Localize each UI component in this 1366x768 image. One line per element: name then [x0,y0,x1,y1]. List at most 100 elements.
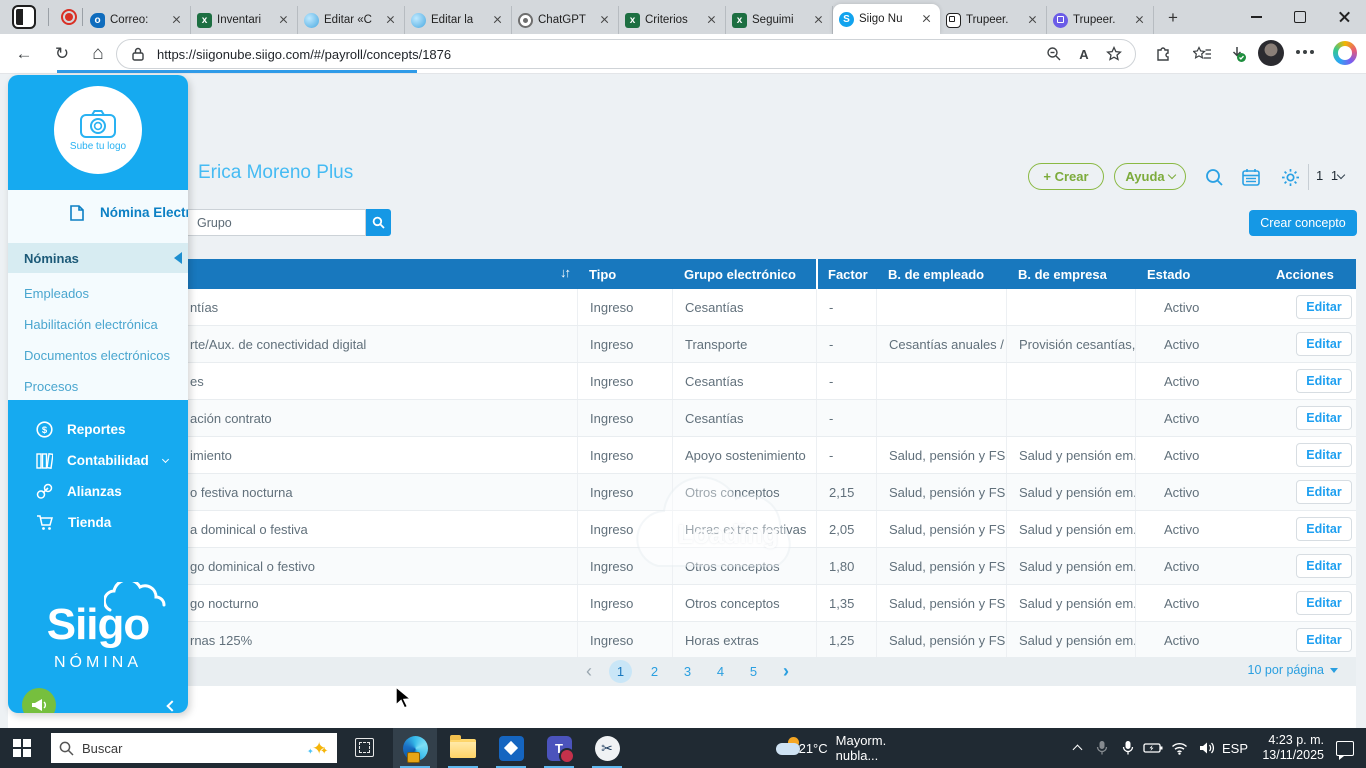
per-page-select[interactable]: 10 por página [1248,663,1338,677]
browser-tab-inventario[interactable]: xInventari [191,6,298,34]
sidebar-item-procesos[interactable]: Procesos [8,371,188,401]
browser-tab-seguimiento[interactable]: xSeguimi [726,6,833,34]
tab-close-icon[interactable] [277,13,291,27]
editar-button[interactable]: Editar [1296,295,1352,319]
taskbar-app-snipping[interactable]: ✂ [585,728,629,768]
mic-muted-icon[interactable] [1096,728,1108,768]
filter-search-button[interactable] [366,209,391,236]
taskbar-app-edge[interactable] [393,728,437,768]
next-page-icon[interactable]: › [783,661,789,682]
sidebar-item-contabilidad[interactable]: Contabilidad [8,445,188,476]
col-empleado[interactable]: B. de empleado [876,267,1006,282]
workspace-icon[interactable] [12,5,36,29]
browser-tab-chatgpt[interactable]: ChatGPT [512,6,619,34]
table-row[interactable]: rte/Aux. de conectividad digitalIngresoT… [8,326,1356,363]
battery-icon[interactable] [1143,728,1163,768]
table-row[interactable]: esIngresoCesantías-ActivoEditar [8,363,1356,400]
col-grupo[interactable]: Grupo electrónico [672,267,816,282]
table-row[interactable]: ntíasIngresoCesantías-ActivoEditar [8,289,1356,326]
search-icon[interactable] [1203,166,1225,188]
tab-close-icon[interactable] [1133,13,1147,27]
sidebar-item-alianzas[interactable]: Alianzas [8,476,188,507]
editar-button[interactable]: Editar [1296,517,1352,541]
sidebar-item-habilitacion[interactable]: Habilitación electrónica [8,309,188,339]
editar-button[interactable]: Editar [1296,332,1352,356]
back-icon[interactable]: ← [12,42,36,66]
copilot-icon[interactable] [1333,41,1357,65]
clock[interactable]: 4:23 p. m.13/11/2025 [1262,728,1324,768]
wifi-icon[interactable] [1171,728,1188,768]
language-indicator[interactable]: ESP [1222,728,1248,768]
browser-tab-siigo-active[interactable]: SSiigo Nu [833,4,940,34]
sidebar-item-tienda[interactable]: Tienda [8,507,188,538]
tab-close-icon[interactable] [491,13,505,27]
editar-button[interactable]: Editar [1296,406,1352,430]
sidebar-item-nominas[interactable]: Nóminas [8,243,188,273]
sidebar-collapse-icon[interactable] [166,700,177,711]
sidebar-item-empleados[interactable]: Empleados [8,278,188,308]
editar-button[interactable]: Editar [1296,628,1352,652]
editar-button[interactable]: Editar [1296,443,1352,467]
notification-center-icon[interactable] [1336,728,1354,768]
volume-icon[interactable] [1199,728,1216,768]
table-row[interactable]: a dominical o festivaIngresoHoras extras… [8,511,1356,548]
read-aloud-icon[interactable]: A [1073,43,1095,65]
browser-tab-trupeer2[interactable]: Trupeer. [1047,6,1154,34]
browser-tab-criterios[interactable]: xCriterios [619,6,726,34]
browser-tab-editar1[interactable]: Editar «C [298,6,405,34]
weather-widget[interactable]: 21°C Mayorm. nubla... [776,728,896,768]
announcements-button[interactable] [22,688,56,713]
table-row[interactable]: ación contratoIngresoCesantías-ActivoEdi… [8,400,1356,437]
crear-concepto-button[interactable]: Crear concepto [1249,210,1357,236]
zoom-out-icon[interactable] [1043,43,1065,65]
browser-menu-icon[interactable] [1296,50,1300,54]
browser-tab-correo[interactable]: oCorreo: [84,6,191,34]
sort-icon[interactable]: ↓↑ [560,265,569,280]
extensions-icon[interactable] [1152,42,1176,66]
tab-close-icon[interactable] [1026,13,1040,27]
mic-icon[interactable] [1122,728,1134,768]
downloads-icon[interactable] [1226,42,1250,66]
tab-close-icon[interactable] [920,12,934,26]
taskbar-app-explorer[interactable] [441,728,485,768]
col-tipo[interactable]: Tipo [577,267,672,282]
upload-logo-button[interactable]: Sube tu logo [54,86,142,174]
editar-button[interactable]: Editar [1296,480,1352,504]
browser-tab-editar2[interactable]: Editar la [405,6,512,34]
table-row[interactable]: rnas 125%IngresoHoras extras1,25Salud, p… [8,622,1356,659]
section-nomina-electronica[interactable]: Nómina Electrónica [8,205,188,220]
table-row[interactable]: o festiva nocturnaIngresoOtros conceptos… [8,474,1356,511]
page-3[interactable]: 3 [676,660,699,683]
editar-button[interactable]: Editar [1296,591,1352,615]
sidebar-item-documentos[interactable]: Documentos electrónicos [8,340,188,370]
task-view-icon[interactable] [355,738,374,757]
editar-button[interactable]: Editar [1296,369,1352,393]
table-row[interactable]: go dominical o festivoIngresoOtros conce… [8,548,1356,585]
page-1[interactable]: 1 [609,660,632,683]
table-row[interactable]: imientoIngresoApoyo sostenimiento-Salud,… [8,437,1356,474]
tab-close-icon[interactable] [705,13,719,27]
start-button[interactable] [13,739,31,757]
address-bar[interactable]: https://siigonube.siigo.com/#/payroll/co… [116,39,1136,69]
profile-avatar[interactable] [1258,40,1284,66]
sidebar-item-reportes[interactable]: $ Reportes [8,414,188,445]
gear-icon[interactable] [1279,166,1301,188]
col-empresa[interactable]: B. de empresa [1006,267,1135,282]
col-estado[interactable]: Estado [1135,267,1256,282]
table-row[interactable]: go nocturnoIngresoOtros conceptos1,35Sal… [8,585,1356,622]
favorite-star-icon[interactable] [1103,43,1125,65]
browser-tab-trupeer1[interactable]: Trupeer. [940,6,1047,34]
reload-icon[interactable]: ↻ [50,42,74,66]
minimize-button[interactable] [1234,0,1278,34]
tab-close-icon[interactable] [812,13,826,27]
maximize-button[interactable] [1278,0,1322,34]
col-factor[interactable]: Factor [816,267,876,282]
new-tab-button[interactable]: + [1160,5,1186,31]
ayuda-button[interactable]: Ayuda [1114,163,1186,190]
hidden-icons-chevron[interactable] [1074,728,1081,768]
taskbar-app-blue[interactable] [489,728,533,768]
tab-close-icon[interactable] [170,13,184,27]
tab-close-icon[interactable] [384,13,398,27]
taskbar-app-teams[interactable]: T [537,728,581,768]
page-2[interactable]: 2 [643,660,666,683]
